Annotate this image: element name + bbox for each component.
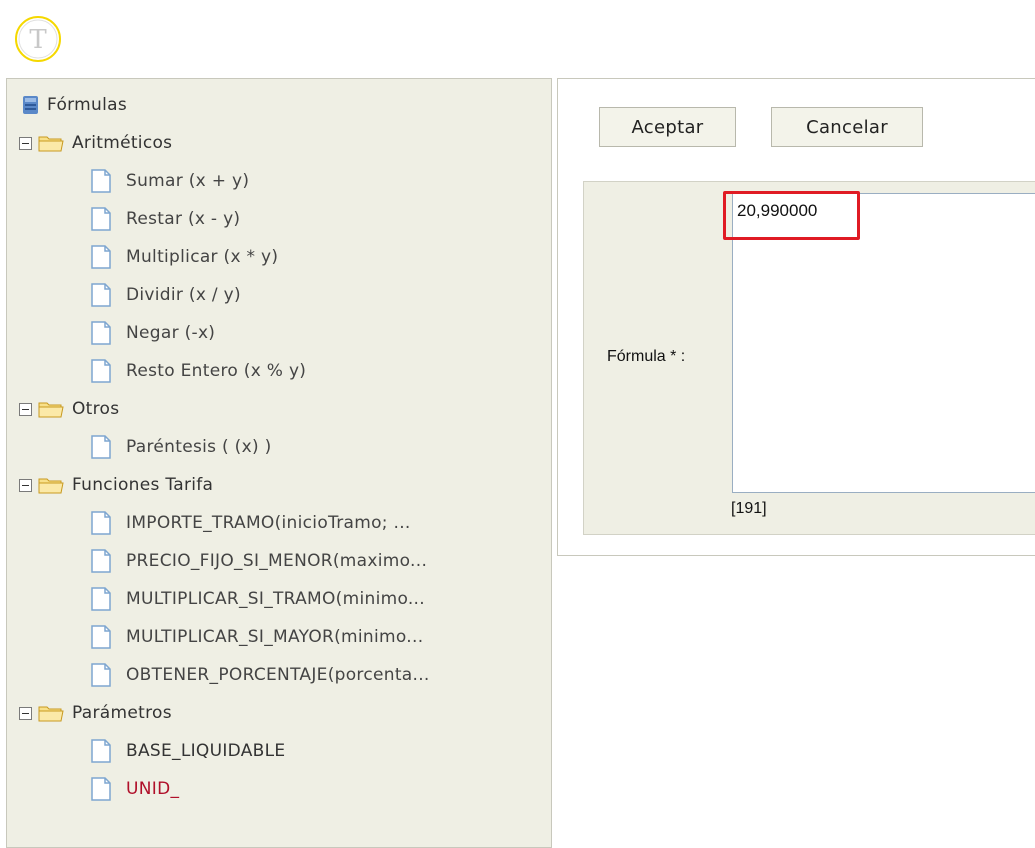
tree-item-label: PRECIO_FIJO_SI_MENOR(maximo... (126, 551, 428, 571)
tree-item-label: BASE_LIQUIDABLE (126, 741, 286, 761)
tree-item-label: UNID_ (126, 779, 180, 799)
tree-group-label: Aritméticos (72, 133, 173, 153)
tree-group-aritmeticos[interactable]: Aritméticos (19, 126, 172, 160)
formula-field-label: Fórmula * : (607, 348, 686, 365)
tree-root[interactable]: Fórmulas (21, 88, 127, 122)
tree-item-unid[interactable]: UNID_ (91, 772, 179, 806)
folder-open-icon (38, 402, 64, 418)
tree-group-label: Parámetros (72, 703, 172, 723)
document-icon (91, 245, 111, 269)
cancel-button[interactable]: Cancelar (771, 107, 923, 147)
document-icon (91, 169, 111, 193)
app-logo: T (15, 16, 61, 62)
tree-group-otros[interactable]: Otros (19, 392, 119, 426)
tree-item-label: Negar (-x) (126, 323, 216, 343)
formula-tree-panel: Fórmulas Aritméticos Sumar (x + y) Resta… (6, 78, 552, 848)
tree-group-funciones-tarifa[interactable]: Funciones Tarifa (19, 468, 213, 502)
document-icon (91, 511, 111, 535)
document-icon (91, 283, 111, 307)
tree-item-precio-fijo-si-menor[interactable]: PRECIO_FIJO_SI_MENOR(maximo... (91, 544, 427, 578)
folder-open-icon (38, 136, 64, 152)
tree-item-multiplicar[interactable]: Multiplicar (x * y) (91, 240, 278, 274)
document-icon (91, 549, 111, 573)
tree-item-obtener-porcentaje[interactable]: OBTENER_PORCENTAJE(porcenta... (91, 658, 430, 692)
document-icon (91, 359, 111, 383)
tree-item-label: Restar (x - y) (126, 209, 241, 229)
folder-open-icon (38, 478, 64, 494)
tree-item-label: IMPORTE_TRAMO(inicioTramo; ... (126, 513, 411, 533)
tree-item-parentesis[interactable]: Paréntesis ( (x) ) (91, 430, 272, 464)
folder-open-icon (38, 706, 64, 722)
tree-item-label: Resto Entero (x % y) (126, 361, 307, 381)
tree-item-restar[interactable]: Restar (x - y) (91, 202, 240, 236)
tree-root-label: Fórmulas (47, 95, 127, 115)
database-icon (23, 96, 38, 114)
document-icon (91, 663, 111, 687)
document-icon (91, 587, 111, 611)
highlight-box (723, 191, 860, 240)
collapse-toggle-icon[interactable] (19, 402, 32, 416)
collapse-toggle-icon[interactable] (19, 478, 32, 492)
tree-item-label: Multiplicar (x * y) (126, 247, 279, 267)
tree-item-resto-entero[interactable]: Resto Entero (x % y) (91, 354, 306, 388)
tree-item-label: Paréntesis ( (x) ) (126, 437, 272, 457)
collapse-toggle-icon[interactable] (19, 706, 32, 720)
tree-item-importe-tramo[interactable]: IMPORTE_TRAMO(inicioTramo; ... (91, 506, 411, 540)
document-icon (91, 207, 111, 231)
document-icon (91, 739, 111, 763)
tree-item-negar[interactable]: Negar (-x) (91, 316, 215, 350)
tree-item-label: Dividir (x / y) (126, 285, 241, 305)
document-icon (91, 625, 111, 649)
tree-group-parametros[interactable]: Parámetros (19, 696, 172, 730)
tree-item-label: Sumar (x + y) (126, 171, 250, 191)
tree-item-label: MULTIPLICAR_SI_TRAMO(minimo... (126, 589, 425, 609)
document-icon (91, 777, 111, 801)
tree-item-label: MULTIPLICAR_SI_MAYOR(minimo... (126, 627, 424, 647)
tree-item-dividir[interactable]: Dividir (x / y) (91, 278, 241, 312)
tree-item-label: OBTENER_PORCENTAJE(porcenta... (126, 665, 430, 685)
document-icon (91, 321, 111, 345)
tree-item-sumar[interactable]: Sumar (x + y) (91, 164, 249, 198)
logo-letter: T (29, 25, 47, 55)
tree-item-multiplicar-si-mayor[interactable]: MULTIPLICAR_SI_MAYOR(minimo... (91, 620, 423, 654)
char-counter: [191] (731, 500, 767, 517)
tree-group-label: Funciones Tarifa (72, 475, 214, 495)
accept-button[interactable]: Aceptar (599, 107, 736, 147)
tree-item-multiplicar-si-tramo[interactable]: MULTIPLICAR_SI_TRAMO(minimo... (91, 582, 425, 616)
collapse-toggle-icon[interactable] (19, 136, 32, 150)
document-icon (91, 435, 111, 459)
tree-group-label: Otros (72, 399, 120, 419)
tree-item-base-liquidable[interactable]: BASE_LIQUIDABLE (91, 734, 285, 768)
